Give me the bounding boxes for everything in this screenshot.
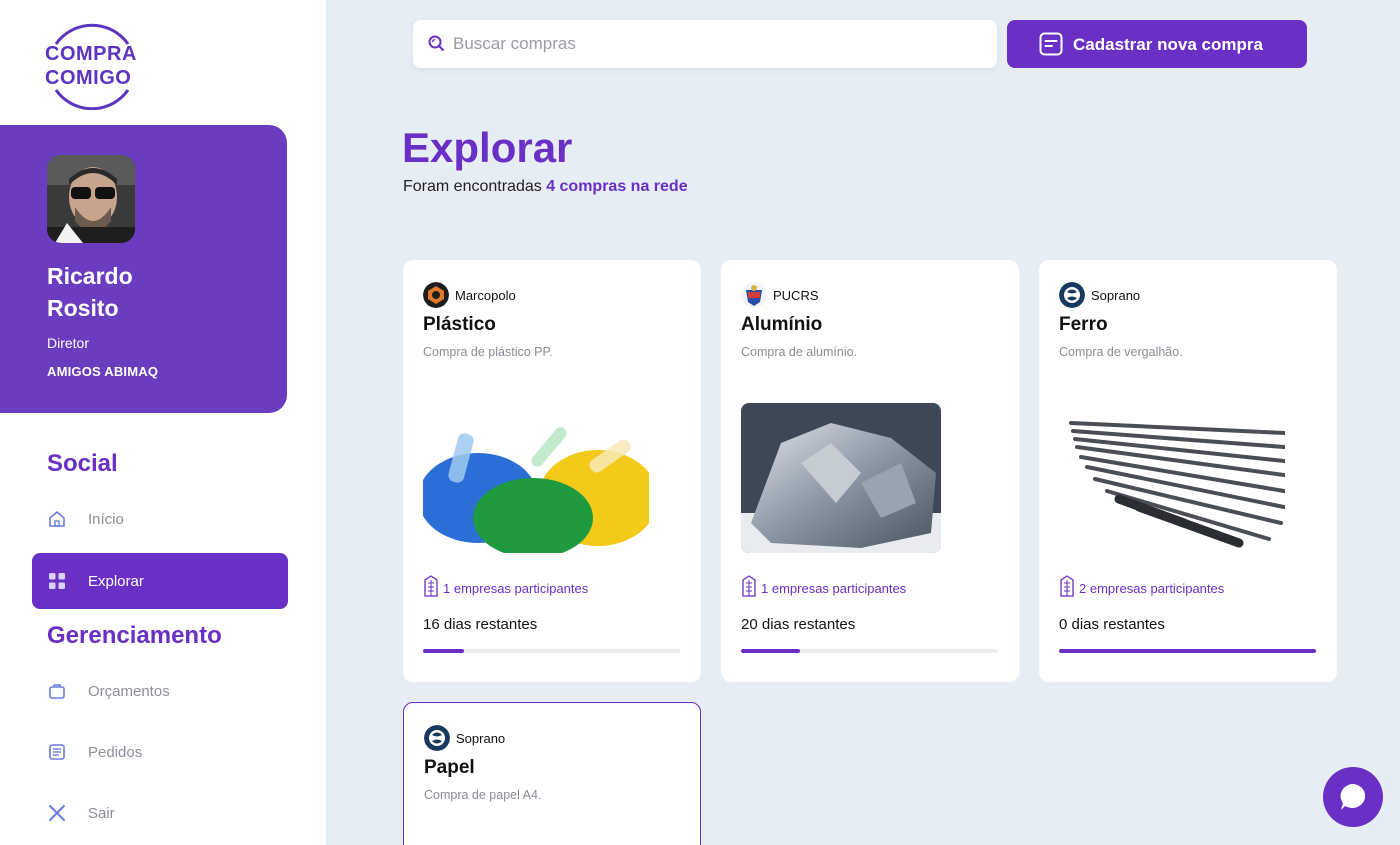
company-name: Marcopolo <box>455 287 516 303</box>
company-name: PUCRS <box>773 287 819 303</box>
progress-fill <box>1059 649 1316 653</box>
new-purchase-button[interactable]: Cadastrar nova compra <box>1007 20 1307 68</box>
home-icon <box>47 509 67 529</box>
logo-arc-icon <box>54 23 130 110</box>
results-count: 4 compras na rede <box>546 178 688 195</box>
search-icon <box>427 34 445 57</box>
profile-card: Ricardo Rosito Diretor AMIGOS ABIMAQ <box>0 125 287 413</box>
chat-button[interactable] <box>1323 767 1383 827</box>
purchase-card-papel[interactable]: Soprano Papel Compra de papel A4. <box>403 702 701 845</box>
card-company: Marcopolo <box>423 282 516 308</box>
purchase-card-plastico[interactable]: Marcopolo Plástico Compra de plástico PP… <box>403 260 701 682</box>
sidebar-item-label: Pedidos <box>88 743 143 761</box>
profile-role: Diretor <box>47 335 90 351</box>
avatar[interactable] <box>47 155 135 243</box>
sidebar-item-label: Explorar <box>88 572 144 590</box>
purchase-card-aluminio[interactable]: PUCRS Alumínio Compra de alumínio. 1 emp… <box>721 260 1019 682</box>
card-title: Plástico <box>423 314 496 335</box>
participants-info: 2 empresas participantes <box>1059 575 1224 602</box>
results-summary: Foram encontradas 4 compras na rede <box>403 178 688 196</box>
new-purchase-button-label: Cadastrar nova compra <box>1073 35 1263 54</box>
days-remaining: 16 dias restantes <box>423 616 538 633</box>
days-remaining: 20 dias restantes <box>741 616 856 633</box>
building-icon <box>1059 575 1075 602</box>
participants-info: 1 empresas participantes <box>741 575 906 602</box>
sidebar-item-explorar[interactable]: Explorar <box>32 553 288 609</box>
participants-count: 1 empresas participantes <box>761 581 907 596</box>
progress-bar <box>741 649 998 653</box>
close-icon <box>47 803 67 823</box>
card-image <box>741 403 941 553</box>
sidebar: COMPRA COMIGO Ricardo Rosito Diretor AMI… <box>0 0 326 845</box>
participants-count: 1 empresas participantes <box>443 581 589 596</box>
logo-text-line1: COMPRA <box>45 43 137 65</box>
sidebar-item-orcamentos[interactable]: Orçamentos <box>32 663 288 719</box>
progress-fill <box>741 649 801 653</box>
building-icon <box>741 575 757 602</box>
search-input[interactable] <box>453 30 973 58</box>
company-logo-icon <box>423 282 449 308</box>
card-title: Ferro <box>1059 314 1108 335</box>
card-company: Soprano <box>1059 282 1140 308</box>
company-logo-icon <box>741 282 767 308</box>
search-box[interactable] <box>413 20 997 68</box>
card-image <box>1059 403 1285 553</box>
card-description: Compra de plástico PP. <box>423 345 553 359</box>
purchase-card-ferro[interactable]: Soprano Ferro Compra de vergalhão. 2 emp… <box>1039 260 1337 682</box>
briefcase-icon <box>47 681 67 701</box>
section-title-social: Social <box>47 450 118 477</box>
grid-icon <box>47 571 67 591</box>
card-image <box>423 403 649 553</box>
section-title-gerenciamento: Gerenciamento <box>47 622 222 649</box>
results-prefix: Foram encontradas <box>403 178 547 195</box>
form-icon <box>1039 32 1063 61</box>
days-remaining: 0 dias restantes <box>1059 616 1165 633</box>
card-company: Soprano <box>424 725 505 751</box>
card-description: Compra de alumínio. <box>741 345 858 359</box>
company-logo-icon <box>1059 282 1085 308</box>
progress-fill <box>423 649 465 653</box>
card-title: Alumínio <box>741 314 823 335</box>
sidebar-item-inicio[interactable]: Início <box>32 491 288 547</box>
building-icon <box>423 575 439 602</box>
profile-name: Ricardo Rosito <box>47 263 133 321</box>
page-title: Explorar <box>402 124 573 171</box>
card-company: PUCRS <box>741 282 819 308</box>
sidebar-item-pedidos[interactable]: Pedidos <box>32 724 288 780</box>
sidebar-item-label: Sair <box>88 804 115 822</box>
company-logo-icon <box>424 725 450 751</box>
app-logo[interactable]: COMPRA COMIGO <box>42 22 142 110</box>
document-icon <box>47 742 67 762</box>
participants-info: 1 empresas participantes <box>423 575 588 602</box>
sidebar-item-label: Orçamentos <box>88 682 170 700</box>
progress-bar <box>1059 649 1316 653</box>
participants-count: 2 empresas participantes <box>1079 581 1225 596</box>
company-name: Soprano <box>456 730 506 746</box>
progress-bar <box>423 649 680 653</box>
sidebar-item-sair[interactable]: Sair <box>32 785 288 841</box>
card-description: Compra de papel A4. <box>424 788 542 802</box>
logo-text-line2: COMIGO <box>45 67 132 89</box>
company-name: Soprano <box>1091 287 1141 303</box>
card-description: Compra de vergalhão. <box>1059 345 1183 359</box>
card-title: Papel <box>424 757 475 778</box>
sidebar-item-label: Início <box>88 510 124 528</box>
profile-organization: AMIGOS ABIMAQ <box>47 364 159 379</box>
